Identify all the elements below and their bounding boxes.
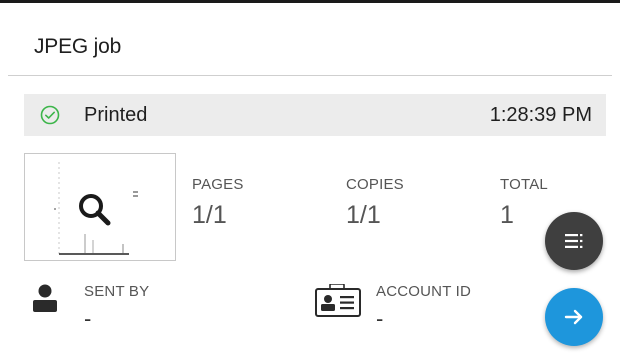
preview-image: [54, 162, 138, 255]
pages-label: PAGES: [192, 176, 244, 193]
job-preview-thumbnail[interactable]: [24, 153, 176, 261]
sent-by-info: SENT BY -: [84, 283, 149, 332]
job-status-bar: Printed 1:28:39 PM: [24, 94, 606, 136]
total-value: 1: [500, 201, 514, 229]
person-icon: [33, 284, 57, 312]
zoom-magnifier-icon: [79, 194, 111, 226]
total-stat: TOTAL 1: [500, 176, 548, 230]
status-label: Printed: [84, 104, 148, 126]
id-card-icon: [315, 284, 361, 317]
check-circle-icon: [40, 105, 60, 125]
copies-stat: COPIES 1/1: [346, 176, 404, 230]
sent-by-value: -: [84, 306, 92, 331]
pages-stat: PAGES 1/1: [192, 176, 244, 230]
job-title: JPEG job: [34, 35, 122, 58]
job-header: JPEG job: [8, 3, 612, 76]
account-id-info: ACCOUNT ID -: [376, 283, 471, 332]
total-label: TOTAL: [500, 176, 548, 193]
arrow-right-icon: [564, 309, 583, 325]
list-menu-icon: [565, 234, 583, 248]
status-time: 1:28:39 PM: [489, 104, 592, 126]
copies-value: 1/1: [346, 201, 381, 229]
next-button[interactable]: [545, 288, 603, 346]
sent-by-label: SENT BY: [84, 283, 150, 300]
copies-label: COPIES: [346, 176, 404, 193]
pages-value: 1/1: [192, 201, 227, 229]
job-options-button[interactable]: [545, 212, 603, 270]
account-id-label: ACCOUNT ID: [376, 283, 472, 300]
account-id-value: -: [376, 306, 384, 331]
